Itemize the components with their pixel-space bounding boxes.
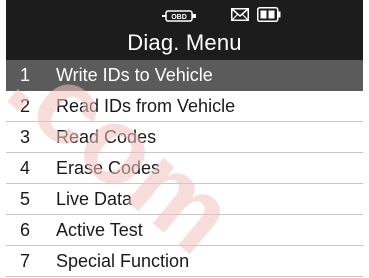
menu-item-label: Read Codes xyxy=(56,127,157,147)
menu-item-label: Read IDs from Vehicle xyxy=(56,96,236,116)
menu-item-number: 2 xyxy=(20,96,31,116)
menu-item-label: Special Function xyxy=(56,251,190,271)
menu-item-number: 6 xyxy=(20,220,31,240)
svg-text:OBD: OBD xyxy=(171,14,187,21)
battery-icon xyxy=(257,7,281,22)
menu-item-number: 7 xyxy=(20,251,31,271)
page-title: Diag. Menu xyxy=(127,30,242,55)
menu-item-read-ids[interactable]: 2 Read IDs from Vehicle xyxy=(6,91,363,122)
obd-connector-icon: OBD xyxy=(162,10,196,22)
header-bar: OBD Diag. Menu xyxy=(6,0,363,60)
mail-icon xyxy=(231,8,249,21)
menu-item-read-codes[interactable]: 3 Read Codes xyxy=(6,122,363,153)
menu-item-number: 5 xyxy=(20,189,31,209)
diag-menu-list: 1 Write IDs to Vehicle 2 Read IDs from V… xyxy=(6,60,363,277)
menu-item-label: Erase Codes xyxy=(56,158,161,178)
menu-item-special-function[interactable]: 7 Special Function xyxy=(6,246,363,277)
menu-item-label: Write IDs to Vehicle xyxy=(56,65,213,85)
menu-item-number: 4 xyxy=(20,158,31,178)
menu-item-label: Live Data xyxy=(56,189,133,209)
menu-item-active-test[interactable]: 6 Active Test xyxy=(6,215,363,246)
menu-item-erase-codes[interactable]: 4 Erase Codes xyxy=(6,153,363,184)
status-bar: OBD xyxy=(6,6,363,26)
menu-item-live-data[interactable]: 5 Live Data xyxy=(6,184,363,215)
menu-item-number: 3 xyxy=(20,127,31,147)
menu-item-write-ids[interactable]: 1 Write IDs to Vehicle xyxy=(6,60,363,91)
menu-item-number: 1 xyxy=(20,65,31,85)
menu-item-label: Active Test xyxy=(56,220,143,240)
diag-screen: OBD Diag. Menu 1 Write IDs to Vehicle 2 xyxy=(6,0,363,278)
